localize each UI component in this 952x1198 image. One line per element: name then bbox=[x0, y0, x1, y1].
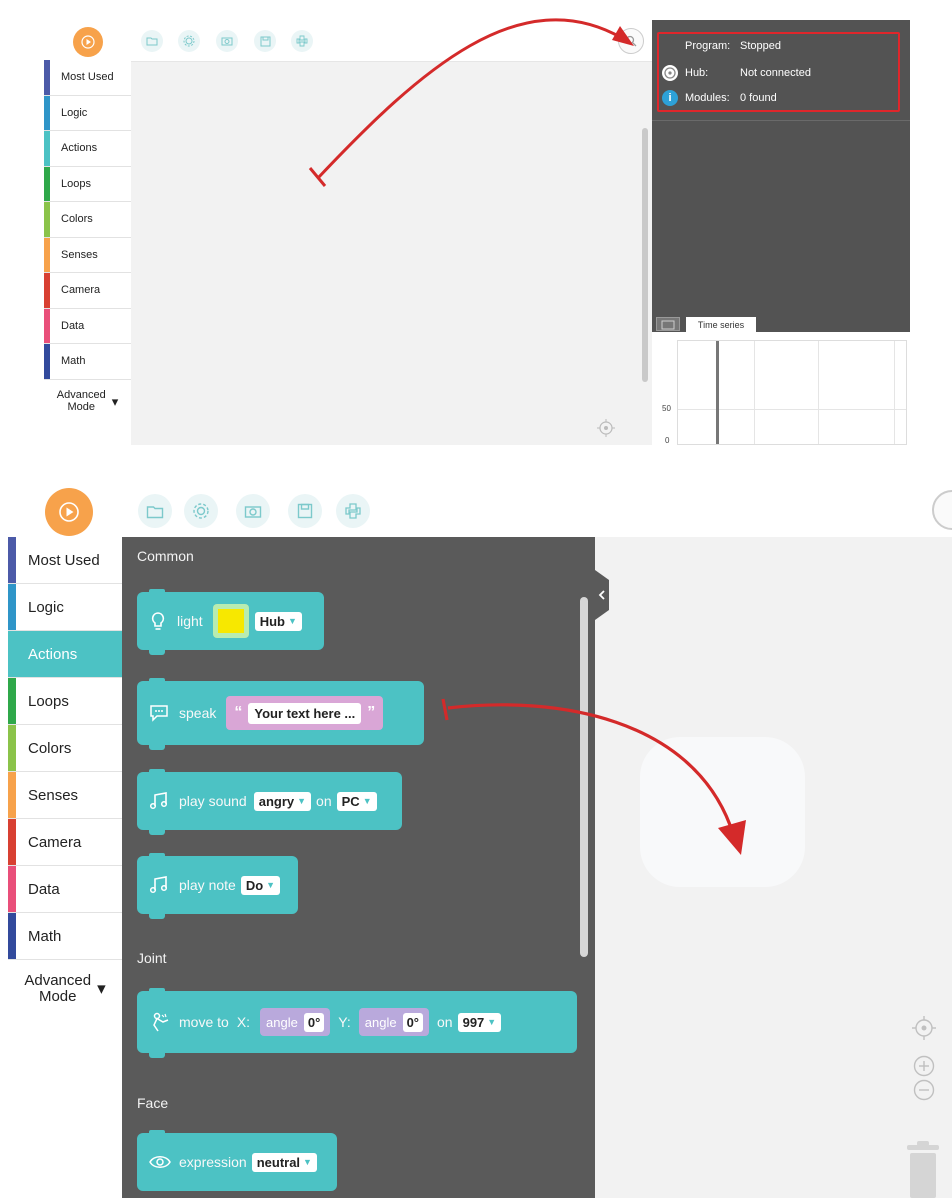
recenter-icon[interactable] bbox=[911, 1015, 937, 1041]
block-notch bbox=[149, 1130, 165, 1136]
advanced-line-2: Mode bbox=[38, 987, 77, 1005]
category-joint: Joint bbox=[137, 950, 167, 966]
expression-value: neutral bbox=[256, 1154, 301, 1170]
caret-down-icon: ▾ bbox=[97, 978, 106, 998]
x-angle-input[interactable]: angle 0° bbox=[260, 1008, 331, 1036]
move-to-label: move to bbox=[179, 1014, 229, 1030]
advanced-mode-dropdown[interactable]: Advanced Mode ▾ bbox=[8, 973, 122, 1005]
advanced-line-1: Advanced bbox=[24, 972, 92, 989]
x-label: X: bbox=[236, 1014, 251, 1030]
advanced-mode-label: Advanced Mode bbox=[24, 973, 91, 1005]
sidebar-item-math[interactable]: Math bbox=[8, 913, 122, 960]
block-expression[interactable]: expression neutral ▼ bbox=[137, 1130, 337, 1191]
y-angle-label: angle bbox=[364, 1014, 397, 1030]
zoom-in-icon[interactable] bbox=[913, 1055, 935, 1077]
sidebar-item-label: Math bbox=[28, 927, 62, 945]
joint-icon bbox=[153, 1012, 169, 1032]
trash-icon[interactable] bbox=[903, 1141, 943, 1198]
y-label: Y: bbox=[338, 1014, 351, 1030]
expression-label: expression bbox=[179, 1154, 247, 1170]
move-to-on-label: on bbox=[437, 1014, 453, 1030]
expression-dropdown[interactable]: neutral ▼ bbox=[251, 1152, 317, 1172]
joint-target-dropdown[interactable]: 997 ▼ bbox=[457, 1012, 502, 1032]
zoom-out-icon[interactable] bbox=[913, 1079, 935, 1101]
category-face: Face bbox=[137, 1095, 169, 1111]
annotation-arrow-top bbox=[308, 18, 634, 187]
top-screenshot: Most Used Logic Actions Loops Colors Senses Ca… bbox=[0, 0, 952, 445]
sidebar-color-bar bbox=[8, 913, 16, 959]
block-tail bbox=[149, 913, 165, 919]
annotation-arrow-bottom bbox=[441, 698, 746, 855]
y-angle-value[interactable]: 0° bbox=[402, 1012, 424, 1032]
x-angle-value[interactable]: 0° bbox=[303, 1012, 325, 1032]
eye-icon bbox=[149, 1156, 171, 1168]
joint-target-value: 997 bbox=[462, 1014, 485, 1030]
block-notch bbox=[149, 988, 165, 994]
block-move-to[interactable]: move to X: angle 0° Y: angle 0° on 997 ▼ bbox=[137, 988, 577, 1058]
x-angle-label: angle bbox=[266, 1014, 298, 1030]
block-tail bbox=[149, 1052, 165, 1058]
y-angle-input[interactable]: angle 0° bbox=[358, 1008, 430, 1036]
